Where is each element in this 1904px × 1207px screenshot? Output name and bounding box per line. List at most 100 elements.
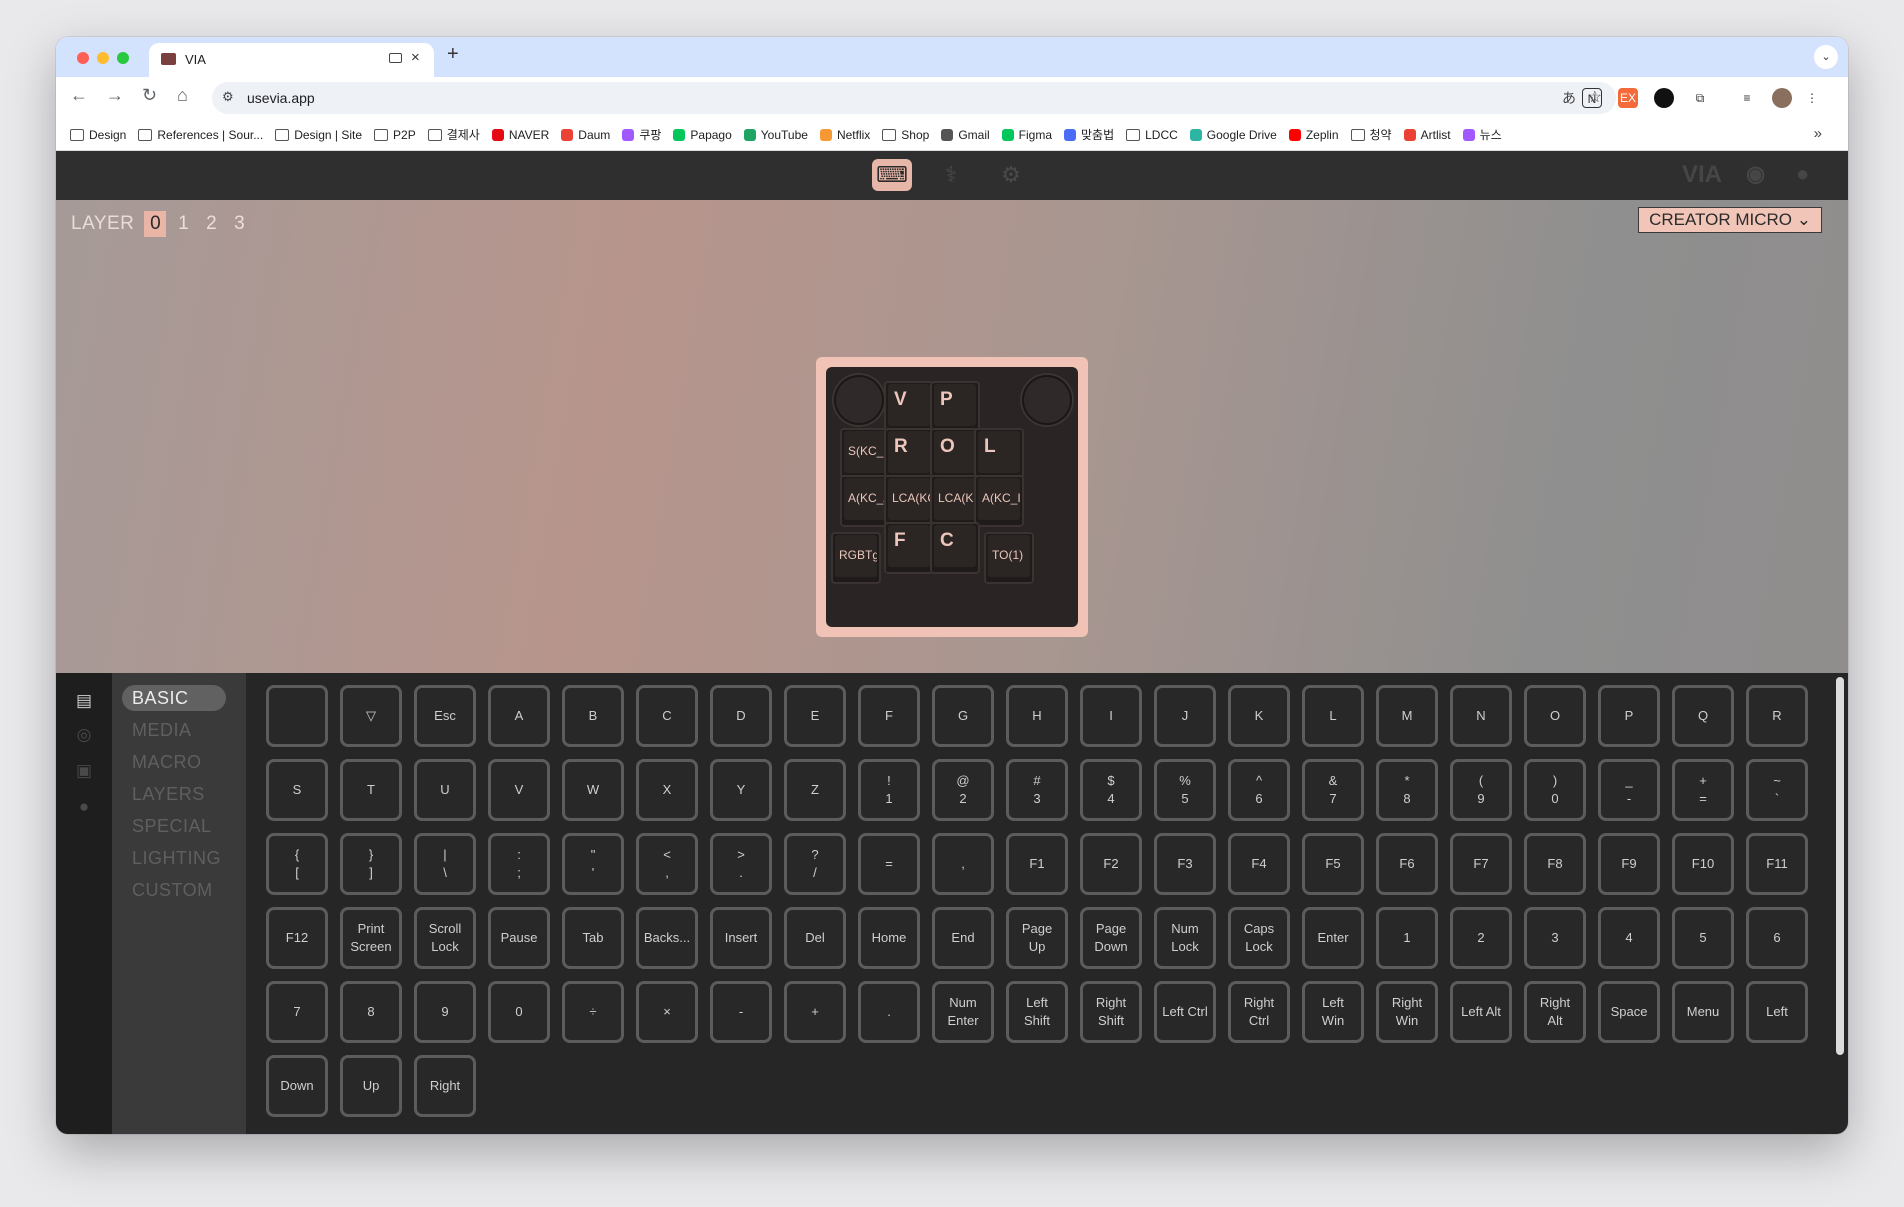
bookmark-item[interactable]: P2P (374, 126, 416, 143)
discord-icon[interactable]: ◉ (1746, 161, 1765, 187)
keycode-button[interactable]: F2 (1080, 833, 1142, 895)
keycode-button[interactable]: U (414, 759, 476, 821)
keycode-button[interactable]: Up (340, 1055, 402, 1117)
keycode-button[interactable]: L (1302, 685, 1364, 747)
keyboard-key[interactable]: R (884, 428, 934, 480)
bookmark-item[interactable]: Gmail (941, 126, 990, 143)
keycode-button[interactable]: 7 (266, 981, 328, 1043)
tab-close-button[interactable]: × (411, 49, 420, 66)
profile-avatar[interactable] (1772, 88, 1792, 108)
keycode-button[interactable]: Pause (488, 907, 550, 969)
keycode-button[interactable]: F3 (1154, 833, 1216, 895)
keycode-button[interactable]: ? / (784, 833, 846, 895)
keyboard-key[interactable]: P (930, 381, 980, 433)
keycode-button[interactable]: 6 (1746, 907, 1808, 969)
keycode-button[interactable]: : ; (488, 833, 550, 895)
keycode-button[interactable]: ! 1 (858, 759, 920, 821)
translate-icon[interactable]: あ (1562, 88, 1576, 108)
reload-icon[interactable]: ↻ (142, 85, 157, 106)
keycode-button[interactable]: J (1154, 685, 1216, 747)
keycode-button[interactable]: < , (636, 833, 698, 895)
keycode-button[interactable]: Left Win (1302, 981, 1364, 1043)
keycode-button[interactable]: I (1080, 685, 1142, 747)
keycode-button[interactable]: Right Alt (1524, 981, 1586, 1043)
keycode-button[interactable]: 4 (1598, 907, 1660, 969)
keycode-button[interactable]: Left Shift (1006, 981, 1068, 1043)
keyboard-key[interactable]: LCA(KC (884, 475, 934, 527)
save-icon[interactable]: ▣ (74, 761, 94, 781)
keycode-button[interactable]: | \ (414, 833, 476, 895)
keycode-button[interactable]: @ 2 (932, 759, 994, 821)
keycode-button[interactable]: Y (710, 759, 772, 821)
keycode-button[interactable]: . (858, 981, 920, 1043)
bookmark-item[interactable]: Netflix (819, 126, 870, 143)
back-icon[interactable]: ← (70, 85, 88, 106)
keycode-button[interactable]: " ' (562, 833, 624, 895)
keycode-button[interactable]: 1 (1376, 907, 1438, 969)
scrollbar[interactable] (1836, 677, 1844, 1055)
keycode-button[interactable]: _ - (1598, 759, 1660, 821)
bookmark-item[interactable]: 청약 (1350, 126, 1392, 143)
keycode-button[interactable]: F10 (1672, 833, 1734, 895)
keycode-button[interactable]: ( 9 (1450, 759, 1512, 821)
keymap-icon[interactable]: ▤ (74, 691, 94, 711)
keycode-button[interactable]: Del (784, 907, 846, 969)
bookmark-item[interactable]: Zeplin (1288, 126, 1339, 143)
keycode-button[interactable]: A (488, 685, 550, 747)
keycode-button[interactable]: ▽ (340, 685, 402, 747)
keycode-button[interactable]: 9 (414, 981, 476, 1043)
category-media[interactable]: MEDIA (122, 717, 226, 743)
keycode-button[interactable]: Caps Lock (1228, 907, 1290, 969)
keycode-button[interactable]: , (932, 833, 994, 895)
keycode-button[interactable]: T (340, 759, 402, 821)
keycode-button[interactable]: Down (266, 1055, 328, 1117)
keycode-button[interactable]: Q (1672, 685, 1734, 747)
bookmark-item[interactable]: 뉴스 (1462, 126, 1502, 143)
keyboard-key[interactable]: C (930, 522, 980, 574)
keycode-button[interactable]: > . (710, 833, 772, 895)
keycode-button[interactable]: V (488, 759, 550, 821)
bookmark-item[interactable]: Figma (1001, 126, 1052, 143)
keycode-button[interactable]: 2 (1450, 907, 1512, 969)
keyboard-key[interactable]: L (974, 428, 1024, 480)
tab-search-button[interactable]: ⌄ (1814, 45, 1838, 69)
keycode-button[interactable]: F7 (1450, 833, 1512, 895)
notion-extension-icon[interactable]: N (1582, 88, 1602, 108)
keycode-button[interactable]: ~ ` (1746, 759, 1808, 821)
keycode-button[interactable]: End (932, 907, 994, 969)
keycode-button[interactable]: - (710, 981, 772, 1043)
bookmark-item[interactable]: NAVER (491, 126, 549, 143)
tab-via[interactable]: VIA × (149, 43, 434, 77)
keycode-button[interactable]: S (266, 759, 328, 821)
media-control-icon[interactable]: ≡ (1737, 88, 1757, 108)
keycode-button[interactable]: Left Alt (1450, 981, 1512, 1043)
bookmark-item[interactable]: LDCC (1126, 126, 1178, 143)
keycode-button[interactable]: Menu (1672, 981, 1734, 1043)
bookmark-item[interactable]: 쿠팡 (622, 126, 661, 143)
left-knob[interactable] (834, 375, 884, 425)
keyboard-key[interactable]: TO(1) (984, 532, 1034, 584)
new-tab-button[interactable]: + (447, 43, 459, 66)
maximize-window-button[interactable] (117, 52, 129, 64)
keycode-button[interactable]: B (562, 685, 624, 747)
keyboard-key[interactable]: RGBTg (831, 532, 881, 584)
keycode-button[interactable]: ) 0 (1524, 759, 1586, 821)
keycode-button[interactable]: Page Down (1080, 907, 1142, 969)
home-icon[interactable]: ⌂ (177, 85, 188, 106)
bookmark-item[interactable]: YouTube (743, 126, 808, 143)
keycode-button[interactable]: E (784, 685, 846, 747)
keycode-button[interactable]: F6 (1376, 833, 1438, 895)
bookmark-item[interactable]: Artlist (1403, 126, 1451, 143)
keycode-button[interactable]: Print Screen (340, 907, 402, 969)
layer-3-button[interactable]: 3 (228, 211, 250, 237)
dark-extension-icon[interactable] (1654, 88, 1674, 108)
keycode-button[interactable]: ^ 6 (1228, 759, 1290, 821)
keycode-button[interactable]: F4 (1228, 833, 1290, 895)
keycode-button[interactable]: C (636, 685, 698, 747)
keycode-button[interactable]: ÷ (562, 981, 624, 1043)
github-icon[interactable]: ● (1796, 161, 1809, 187)
keycode-button[interactable]: # 3 (1006, 759, 1068, 821)
keycode-button[interactable]: F11 (1746, 833, 1808, 895)
site-settings-icon[interactable]: ⚙ (222, 89, 234, 105)
ex-extension-icon[interactable]: EX (1618, 88, 1638, 108)
